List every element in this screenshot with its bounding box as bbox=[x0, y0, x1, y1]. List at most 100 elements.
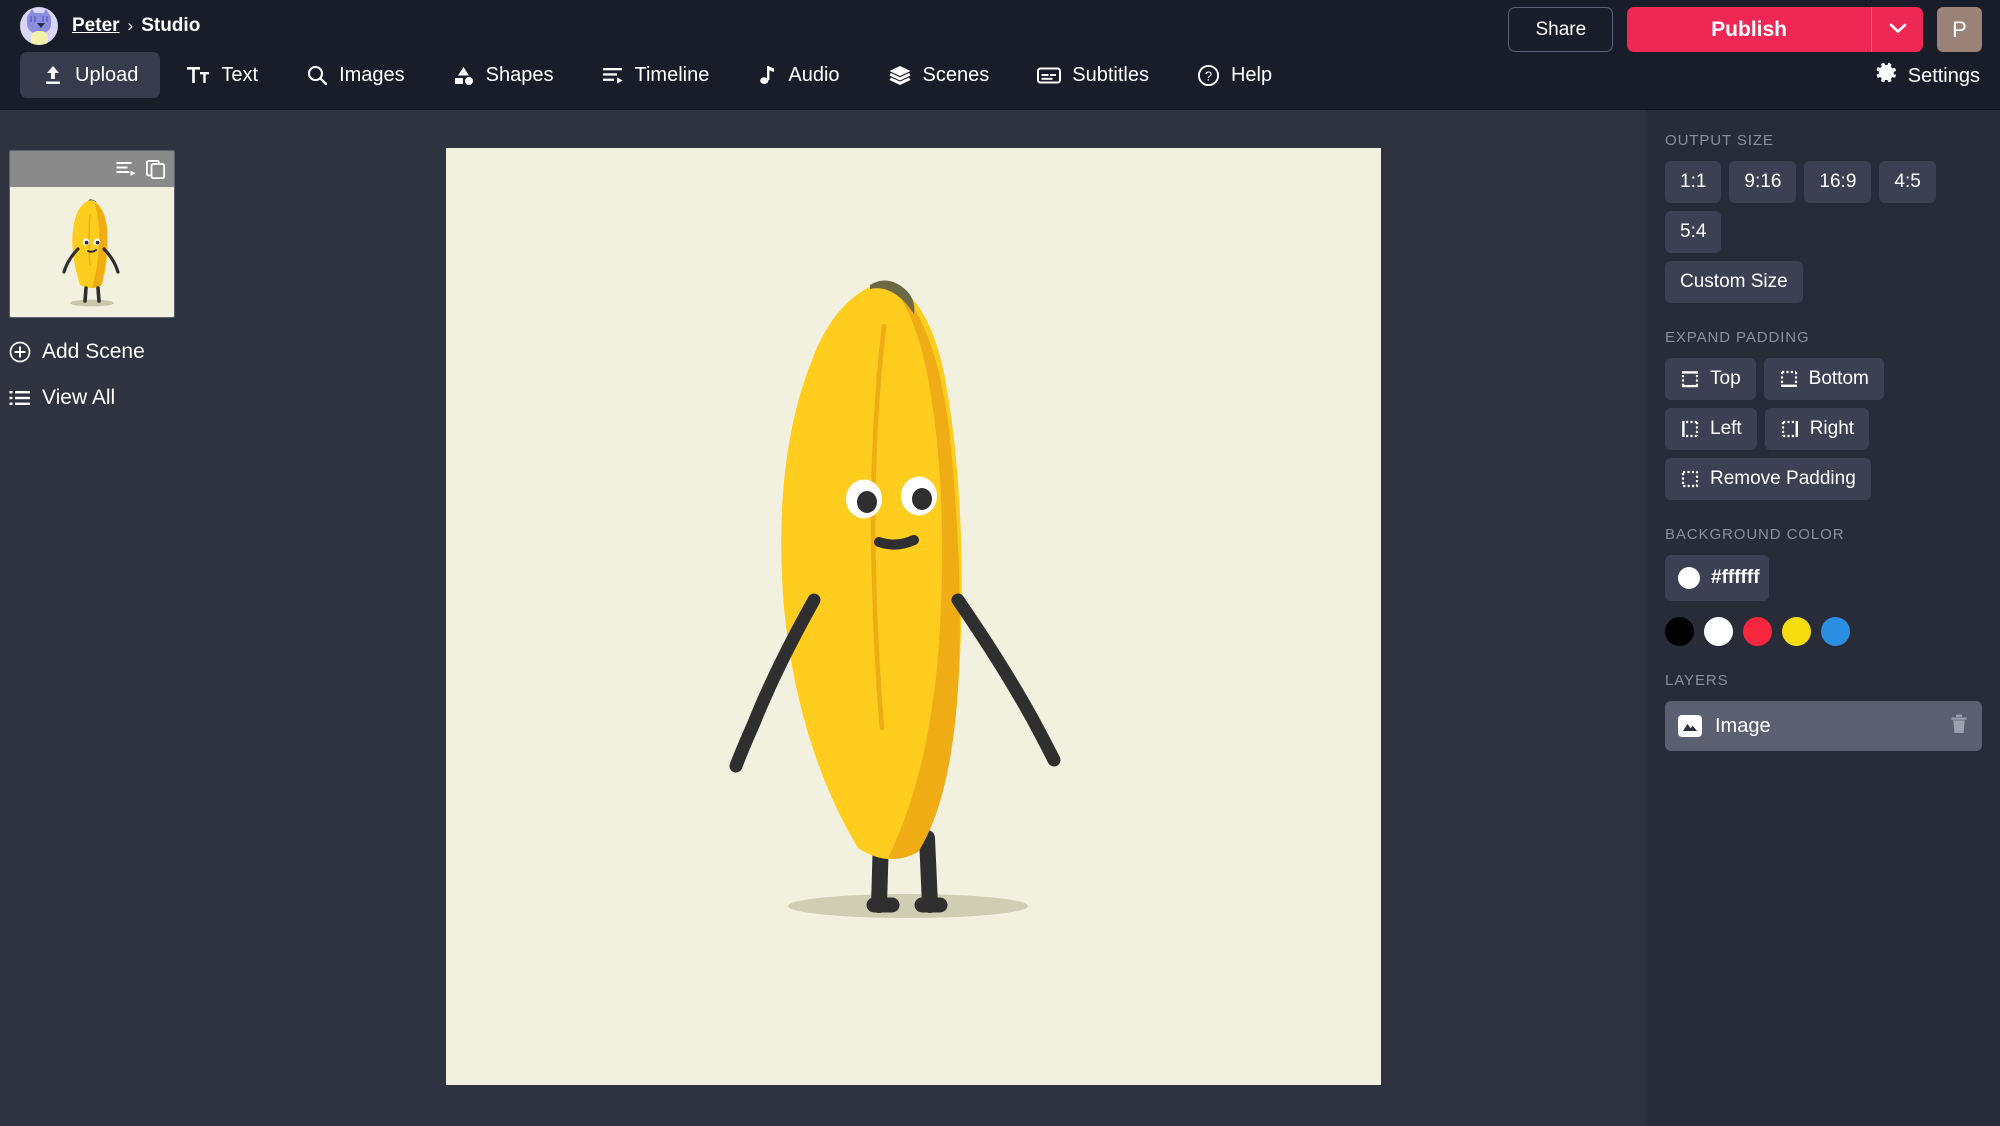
nav-label: Subtitles bbox=[1072, 64, 1149, 87]
design-canvas[interactable] bbox=[446, 148, 1381, 1085]
svg-text:?: ? bbox=[1205, 68, 1212, 83]
nav-item-audio[interactable]: Audio bbox=[735, 52, 861, 98]
header-actions: Share Publish P bbox=[1508, 7, 1982, 52]
settings-button[interactable]: Settings bbox=[1876, 62, 1980, 90]
cat-stripe bbox=[46, 16, 48, 22]
plus-circle-icon bbox=[9, 341, 31, 363]
nav-label: Text bbox=[221, 64, 258, 87]
color-swatch-red[interactable] bbox=[1743, 617, 1772, 646]
image-icon bbox=[1678, 715, 1702, 737]
padding-left-icon bbox=[1680, 419, 1700, 439]
padding-right-label: Right bbox=[1810, 418, 1854, 440]
cat-stripe bbox=[42, 16, 44, 22]
trash-icon[interactable] bbox=[1949, 713, 1969, 740]
settings-label: Settings bbox=[1908, 65, 1980, 88]
nav-item-upload[interactable]: Upload bbox=[20, 52, 160, 98]
nav-label: Upload bbox=[75, 64, 138, 87]
nav-item-text[interactable]: Text bbox=[164, 52, 280, 98]
color-swatch-yellow[interactable] bbox=[1782, 617, 1811, 646]
color-swatch-row bbox=[1665, 617, 1982, 646]
upload-icon bbox=[42, 64, 64, 86]
brand-breadcrumb-bar: Peter › Studio bbox=[20, 6, 200, 46]
question-circle-icon: ? bbox=[1197, 64, 1220, 87]
padding-remove-icon bbox=[1680, 469, 1700, 489]
page-title: Studio bbox=[141, 15, 200, 37]
padding-top-button[interactable]: Top bbox=[1665, 358, 1756, 400]
nav-item-timeline[interactable]: Timeline bbox=[580, 52, 732, 98]
layer-row-image[interactable]: Image bbox=[1665, 701, 1982, 751]
remove-padding-row: Remove Padding bbox=[1665, 458, 1982, 500]
list-icon bbox=[9, 388, 31, 408]
cat-avatar[interactable] bbox=[20, 7, 58, 45]
music-note-icon bbox=[757, 64, 777, 86]
color-swatch-blue[interactable] bbox=[1821, 617, 1850, 646]
background-color-preview-dot bbox=[1678, 567, 1700, 589]
banana-character-illustration[interactable] bbox=[446, 148, 1381, 1085]
editor-stage bbox=[180, 110, 1647, 1126]
duplicate-icon[interactable] bbox=[146, 160, 165, 179]
nav-item-help[interactable]: ? Help bbox=[1175, 52, 1294, 98]
nav-label: Shapes bbox=[486, 64, 554, 87]
scene-thumbnail-card[interactable] bbox=[9, 150, 175, 318]
properties-panel: Output Size 1:1 9:16 16:9 4:5 5:4 Custom… bbox=[1647, 110, 2000, 1126]
publish-button[interactable]: Publish bbox=[1627, 7, 1871, 52]
scene-card-toolbar bbox=[10, 151, 174, 187]
chevron-down-icon bbox=[1888, 21, 1908, 38]
padding-bottom-button[interactable]: Bottom bbox=[1764, 358, 1884, 400]
padding-right-icon bbox=[1780, 419, 1800, 439]
scene-preview-image bbox=[10, 187, 174, 317]
padding-bottom-icon bbox=[1779, 369, 1799, 389]
padding-top-icon bbox=[1680, 369, 1700, 389]
user-profile-chip[interactable]: P bbox=[1937, 7, 1982, 52]
cat-stripe bbox=[30, 16, 32, 22]
breadcrumb-user-link[interactable]: Peter bbox=[72, 15, 120, 37]
layer-name-label: Image bbox=[1715, 715, 1936, 738]
nav-item-images[interactable]: Images bbox=[284, 52, 427, 98]
aspect-ratio-1-1[interactable]: 1:1 bbox=[1665, 161, 1721, 203]
nav-label: Help bbox=[1231, 64, 1272, 87]
nav-label: Scenes bbox=[923, 64, 990, 87]
background-color-title: Background Color bbox=[1665, 526, 1982, 543]
color-swatch-black[interactable] bbox=[1665, 617, 1694, 646]
expand-padding-title: Expand Padding bbox=[1665, 329, 1982, 346]
nav-item-shapes[interactable]: Shapes bbox=[431, 52, 576, 98]
padding-bottom-label: Bottom bbox=[1809, 368, 1869, 390]
background-color-value: #ffffff bbox=[1711, 567, 1760, 589]
cat-nose-icon bbox=[37, 23, 45, 28]
custom-size-button[interactable]: Custom Size bbox=[1665, 261, 1803, 303]
expand-padding-button-row: Top Bottom bbox=[1665, 358, 1982, 450]
remove-padding-button[interactable]: Remove Padding bbox=[1665, 458, 1871, 500]
nav-item-subtitles[interactable]: Subtitles bbox=[1015, 52, 1171, 98]
animate-icon[interactable] bbox=[116, 160, 136, 178]
search-icon bbox=[306, 64, 328, 86]
aspect-ratio-16-9[interactable]: 16:9 bbox=[1804, 161, 1871, 203]
scenes-sidebar: Add Scene View All bbox=[0, 110, 180, 1126]
add-scene-label: Add Scene bbox=[42, 340, 145, 364]
share-button[interactable]: Share bbox=[1508, 7, 1613, 52]
background-color-field[interactable]: #ffffff bbox=[1665, 555, 1769, 601]
padding-right-button[interactable]: Right bbox=[1765, 408, 1869, 450]
nav-label: Timeline bbox=[635, 64, 710, 87]
layers-title: Layers bbox=[1665, 672, 1982, 689]
padding-left-button[interactable]: Left bbox=[1665, 408, 1757, 450]
view-all-button[interactable]: View All bbox=[9, 386, 171, 410]
layers-icon bbox=[888, 64, 912, 86]
text-icon bbox=[186, 64, 210, 86]
aspect-ratio-4-5[interactable]: 4:5 bbox=[1879, 161, 1935, 203]
shapes-icon bbox=[453, 64, 475, 86]
gear-icon bbox=[1876, 62, 1898, 90]
aspect-ratio-5-4[interactable]: 5:4 bbox=[1665, 211, 1721, 253]
publish-button-group: Publish bbox=[1627, 7, 1923, 52]
breadcrumb-separator: › bbox=[128, 16, 134, 36]
publish-dropdown-button[interactable] bbox=[1871, 7, 1923, 52]
add-scene-button[interactable]: Add Scene bbox=[9, 340, 171, 364]
view-all-label: View All bbox=[42, 386, 115, 410]
nav-label: Images bbox=[339, 64, 405, 87]
aspect-ratio-9-16[interactable]: 9:16 bbox=[1729, 161, 1796, 203]
nav-item-scenes[interactable]: Scenes bbox=[866, 52, 1012, 98]
app-header: Peter › Studio Upload bbox=[0, 0, 2000, 110]
remove-padding-label: Remove Padding bbox=[1710, 468, 1856, 490]
padding-top-label: Top bbox=[1710, 368, 1741, 390]
color-swatch-white[interactable] bbox=[1704, 617, 1733, 646]
breadcrumb: Peter › Studio bbox=[72, 15, 200, 37]
